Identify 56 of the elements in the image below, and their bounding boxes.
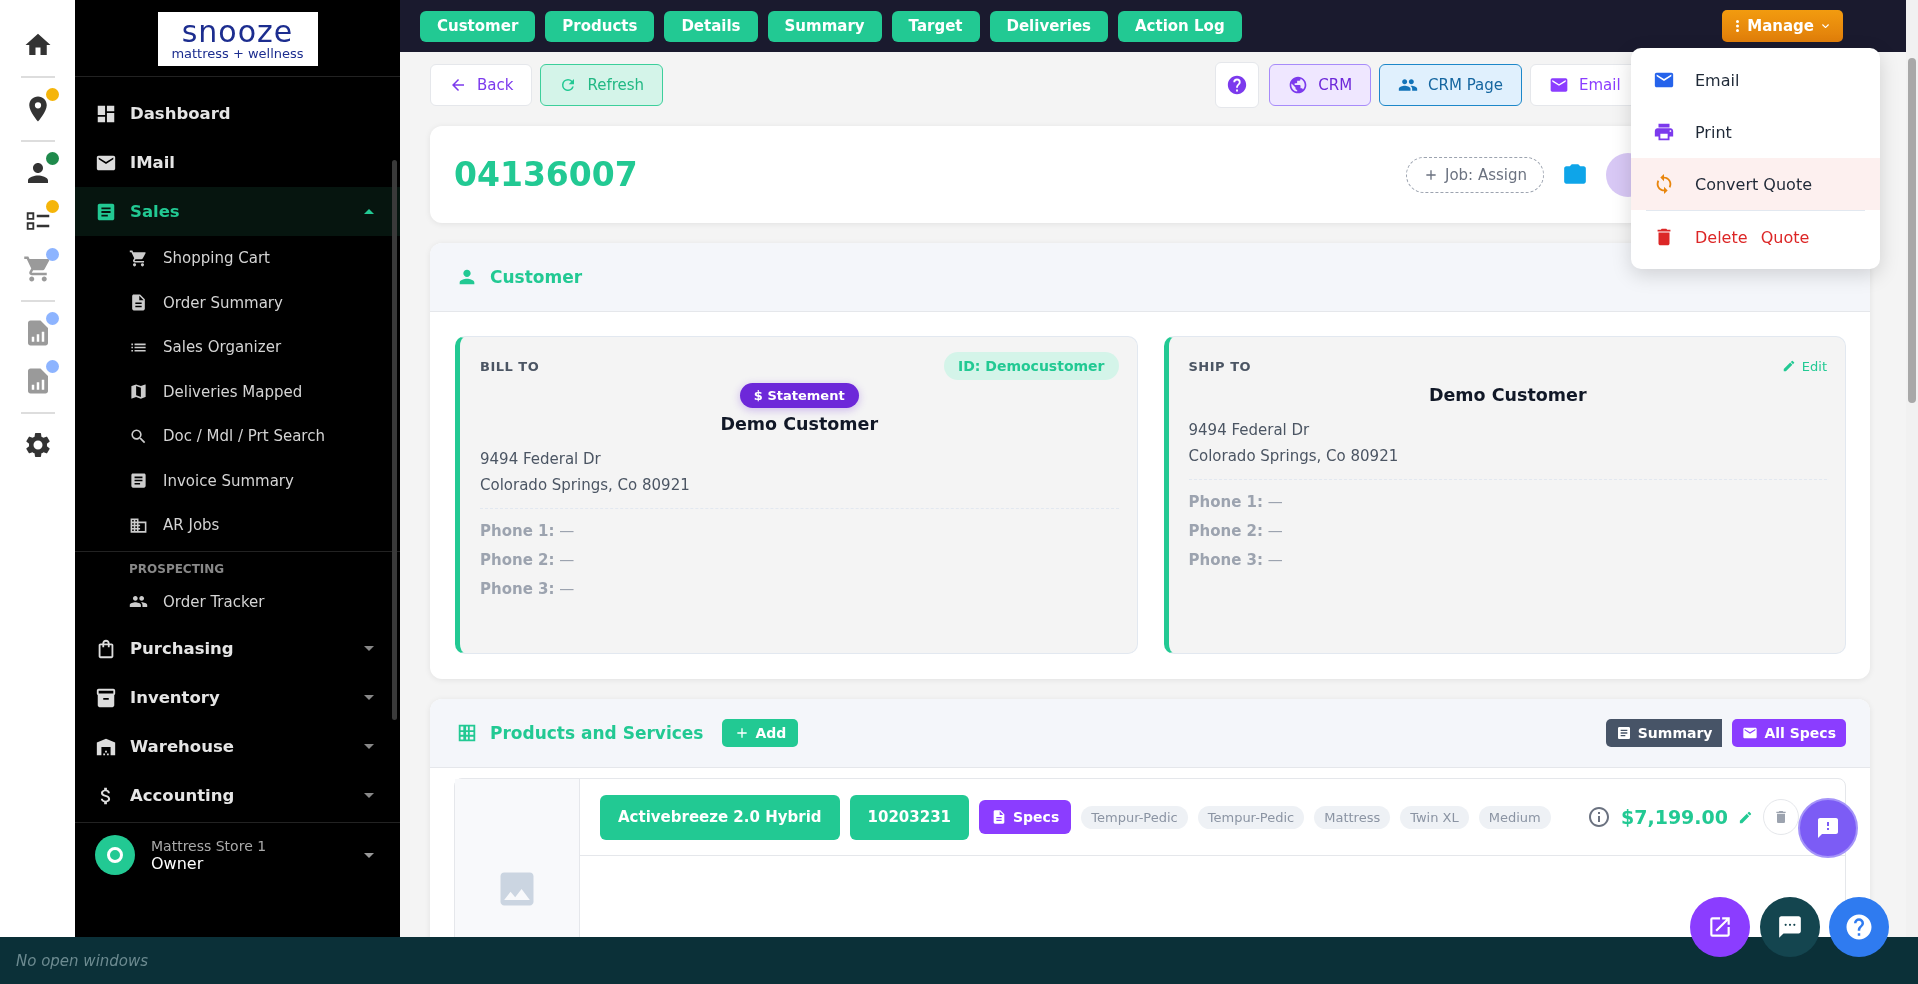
address-line: 9494 Federal Dr [480, 449, 602, 470]
all-specs-button[interactable]: All Specs [1732, 719, 1846, 747]
customer-id: ID: Democustomer [943, 352, 1119, 380]
status-text: No open windows [16, 951, 149, 970]
nav-subitem[interactable]: Sales Organizer [75, 325, 400, 370]
nav-item[interactable]: Sales [75, 187, 400, 236]
nav-subitem[interactable]: Order Summary [75, 280, 400, 325]
phone-line: Phone 2: — [1188, 521, 1283, 541]
nav-subitem[interactable]: Deliveries Mapped [75, 369, 400, 414]
nav-item[interactable]: Accounting [75, 771, 400, 820]
quote-number: 04136007 [454, 155, 638, 194]
tag: Medium [1478, 805, 1551, 829]
back-button[interactable]: Back [430, 64, 533, 106]
nav-item[interactable]: Inventory [75, 673, 400, 722]
job-assign-button[interactable]: Job: Assign [1405, 156, 1544, 193]
crm-page-button[interactable]: CRM Page [1379, 64, 1522, 106]
statement-button[interactable]: $ Statement [739, 383, 859, 408]
nav-item[interactable]: Purchasing [75, 624, 400, 673]
customer-name: Demo Customer [1427, 385, 1588, 405]
section-title: Products and Services [490, 723, 704, 743]
user-role: Owner [151, 853, 205, 873]
nav-item[interactable]: Dashboard [75, 89, 400, 138]
user-menu[interactable]: Mattress Store 1 Owner [75, 822, 400, 887]
menu-item[interactable]: Delete Quote [1631, 211, 1880, 263]
summary-button[interactable]: Summary [1605, 719, 1723, 747]
tag: Tempur-Pedic [1197, 805, 1305, 829]
address-label: BILL TO [480, 358, 540, 374]
menu-item[interactable]: Print [1631, 106, 1880, 158]
store-name: Mattress Store 1 [151, 837, 268, 854]
address-line: Colorado Springs, Co 80921 [1188, 446, 1400, 467]
phone-line: Phone 1: — [1188, 492, 1283, 512]
section-title: Customer [490, 267, 583, 287]
address-line: Colorado Springs, Co 80921 [480, 475, 691, 496]
nav-subitem[interactable]: Order Tracker [75, 579, 400, 624]
nav-subitem[interactable]: AR Jobs [75, 503, 400, 548]
nav-subitem[interactable]: Shopping Cart [75, 236, 400, 281]
nav-item[interactable]: IMail [75, 138, 400, 187]
menu-item[interactable]: Convert Quote [1631, 158, 1880, 210]
nav-item[interactable]: Warehouse [75, 722, 400, 771]
logo: snooze mattress + wellness [157, 12, 318, 66]
nav-subitem[interactable]: Invoice Summary [75, 458, 400, 503]
phone-line: Phone 2: — [480, 550, 575, 570]
address-line: 9494 Federal Dr [1188, 420, 1311, 441]
customer-name: Demo Customer [719, 414, 880, 434]
specs-button[interactable]: Specs [979, 800, 1072, 834]
price: $7,199.00 [1621, 806, 1728, 828]
tag: Twin XL [1400, 805, 1469, 829]
section-heading: PROSPECTING [128, 560, 226, 578]
phone-line: Phone 3: — [480, 579, 575, 599]
crm-button[interactable]: CRM [1269, 64, 1372, 106]
nav-subitem[interactable]: Doc / Mdl / Prt Search [75, 414, 400, 459]
tag: Tempur-Pedic [1081, 805, 1188, 829]
phone-line: Phone 1: — [480, 521, 575, 541]
tag: Mattress [1314, 805, 1391, 829]
phone-line: Phone 3: — [1188, 550, 1283, 570]
address-label: SHIP TO [1188, 358, 1252, 374]
